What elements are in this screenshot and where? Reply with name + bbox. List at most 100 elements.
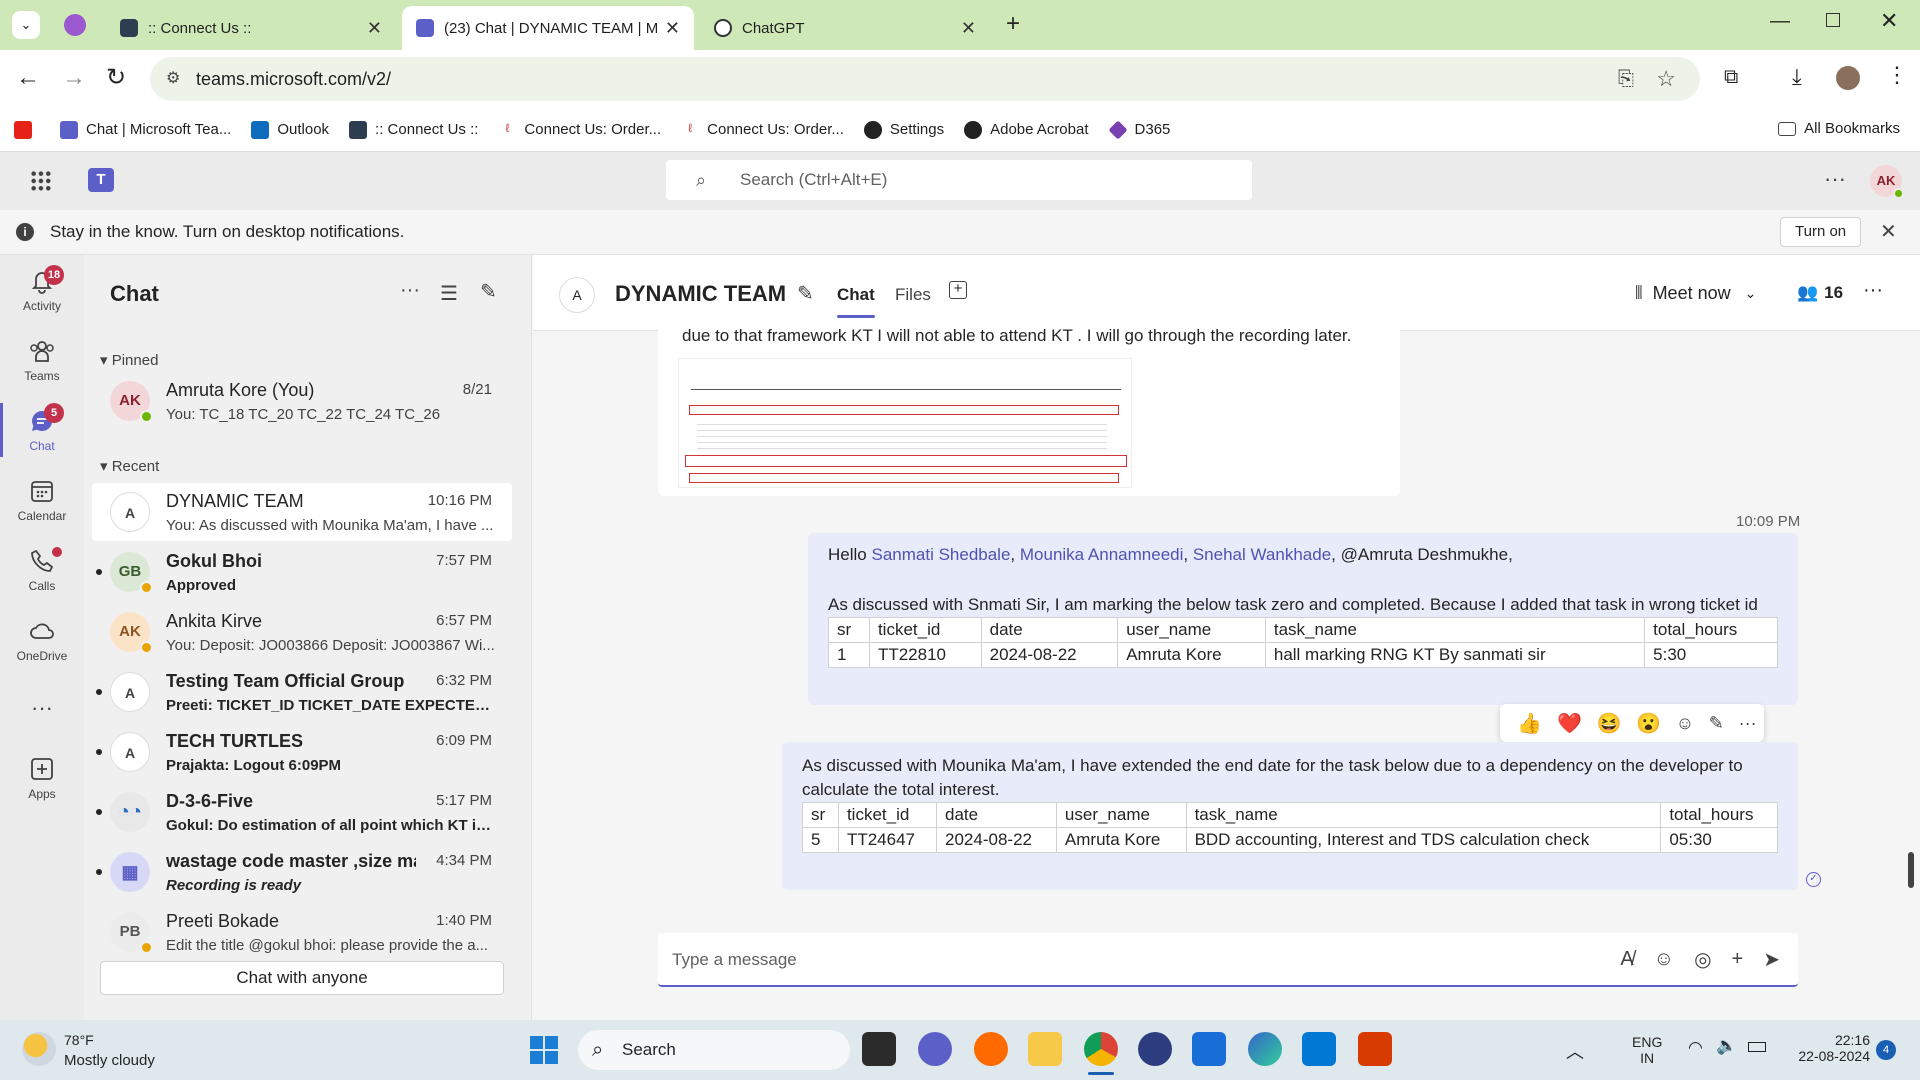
volume-icon[interactable]: 🔈 [1716, 1036, 1737, 1056]
chat-item-gokul-bhoi[interactable]: GB Gokul Bhoi 7:57 PM Approved [92, 543, 512, 601]
filter-icon[interactable]: ☰ [440, 281, 458, 306]
rail-onedrive[interactable]: OneDrive [0, 617, 84, 663]
participants-button[interactable]: 👥 16 [1797, 283, 1843, 303]
bookmark-d365[interactable]: D365 [1107, 119, 1170, 140]
bookmark-connect-order-1[interactable]: ℓ Connect Us: Order... [498, 120, 661, 139]
rail-more-apps-icon[interactable]: ··· [0, 695, 84, 721]
site-info-icon[interactable]: ⚙ [166, 57, 180, 101]
recent-section-header[interactable]: ▾ Recent [100, 457, 159, 475]
chat-more-icon[interactable]: ··· [400, 279, 420, 302]
bookmark-star-icon[interactable]: ☆ [1656, 57, 1676, 101]
loop-component-icon[interactable]: ◎ [1694, 947, 1711, 972]
bookmark-youtube[interactable] [14, 120, 40, 139]
minimize-button[interactable]: — [1770, 10, 1790, 33]
teams-search-input[interactable]: ⌕ Search (Ctrl+Alt+E) [666, 160, 1252, 200]
forward-arrow-icon[interactable]: → [62, 64, 86, 92]
tab-teams-chat[interactable]: (23) Chat | DYNAMIC TEAM | M ✕ [402, 6, 694, 50]
start-windows-icon[interactable] [530, 1036, 558, 1064]
close-tab-icon[interactable]: ✕ [665, 18, 680, 39]
chat-item-preeti-bokade[interactable]: PB Preeti Bokade 1:40 PM Edit the title … [92, 903, 512, 961]
store-icon[interactable] [1192, 1032, 1226, 1066]
emoji-icon[interactable]: ☺ [1654, 948, 1674, 971]
bookmark-settings[interactable]: Settings [863, 120, 944, 139]
extensions-icon[interactable]: ⧉ [1724, 66, 1738, 89]
mention-link[interactable]: Snehal Wankhade [1193, 545, 1331, 564]
bookmark-teams[interactable]: Chat | Microsoft Tea... [60, 120, 231, 139]
edge-icon[interactable] [1248, 1032, 1282, 1066]
taskbar-chat-icon[interactable] [918, 1032, 952, 1066]
vscode-icon[interactable] [1302, 1032, 1336, 1066]
mention-link[interactable]: Sanmati Shedbale [871, 545, 1010, 564]
taskbar-app-orange-icon[interactable] [974, 1032, 1008, 1066]
language-indicator[interactable]: ENG IN [1632, 1034, 1662, 1066]
conversation-more-icon[interactable]: ··· [1863, 279, 1883, 302]
tab-connect-us[interactable]: :: Connect Us :: ✕ [106, 6, 396, 50]
clock[interactable]: 22:16 22-08-2024 [1790, 1032, 1870, 1064]
new-chat-icon[interactable]: ✎ [480, 279, 497, 304]
close-tab-icon[interactable]: ✕ [961, 18, 976, 39]
all-bookmarks[interactable]: All Bookmarks [1778, 120, 1900, 137]
bookmark-outlook[interactable]: Outlook [251, 120, 329, 139]
profile-avatar[interactable] [1836, 66, 1860, 90]
bookmark-adobe[interactable]: Adobe Acrobat [964, 120, 1089, 139]
tray-chevron-up-icon[interactable]: ︿ [1566, 1038, 1584, 1064]
tab-search-button[interactable]: ⌄ [12, 11, 40, 39]
extension-icon[interactable] [64, 14, 86, 36]
format-icon[interactable]: A̸ [1620, 948, 1633, 971]
task-view-icon[interactable] [862, 1032, 896, 1066]
rail-calendar[interactable]: Calendar [0, 477, 84, 523]
download-icon[interactable]: ⤓ [1792, 64, 1802, 90]
file-explorer-icon[interactable] [1028, 1032, 1062, 1066]
chat-with-anyone-button[interactable]: Chat with anyone [100, 961, 504, 995]
message-screenshot-image[interactable] [678, 358, 1132, 488]
back-arrow-icon[interactable]: ← [16, 64, 40, 92]
taskbar-search[interactable]: ⌕ Search [578, 1030, 850, 1070]
add-tab-icon[interactable]: + [949, 281, 967, 299]
surprised-reaction-icon[interactable]: 😮 [1636, 711, 1661, 736]
rail-apps[interactable]: Apps [0, 755, 84, 801]
url-field[interactable]: ⚙ teams.microsoft.com/v2/ ⎘ ☆ [150, 57, 1700, 101]
chat-item-amruta-kore[interactable]: AK Amruta Kore (You) 8/21 You: TC_18 TC_… [92, 372, 512, 430]
chat-item-testing-team[interactable]: A Testing Team Official Group 6:32 PM Pr… [92, 663, 512, 721]
bookmark-connect-us[interactable]: :: Connect Us :: [349, 120, 478, 139]
wps-office-icon[interactable] [1358, 1032, 1392, 1066]
conversation-scrollbar[interactable] [1908, 852, 1914, 888]
send-icon[interactable]: ➤ [1763, 947, 1780, 972]
rail-activity[interactable]: Activity 18 [0, 265, 84, 313]
restore-button[interactable] [1826, 13, 1840, 27]
mention-link[interactable]: Mounika Annamneedi [1020, 545, 1184, 564]
notification-count-badge[interactable]: 4 [1876, 1040, 1896, 1060]
app-launcher-icon[interactable] [30, 170, 52, 192]
tab-chatgpt[interactable]: ChatGPT ✕ [700, 6, 990, 50]
reload-icon[interactable]: ↻ [106, 63, 126, 92]
install-app-icon[interactable]: ⎘ [1618, 57, 1634, 101]
rail-chat[interactable]: Chat 5 [0, 403, 84, 457]
weather-icon[interactable] [22, 1032, 56, 1066]
window-close-button[interactable]: ✕ [1880, 8, 1898, 34]
heart-reaction-icon[interactable]: ❤️ [1557, 711, 1582, 736]
laugh-reaction-icon[interactable]: 😆 [1597, 711, 1622, 736]
wifi-icon[interactable]: ◠ [1688, 1038, 1703, 1058]
chat-item-d-3-6-five[interactable]: ◔◔ D-3-6-Five 5:17 PM Gokul: Do estimati… [92, 783, 512, 841]
like-reaction-icon[interactable]: 👍 [1517, 711, 1542, 736]
new-tab-button[interactable]: + [1006, 10, 1020, 38]
browser-menu-icon[interactable]: ⋮ [1886, 62, 1908, 88]
attach-plus-icon[interactable]: + [1732, 948, 1744, 971]
rail-calls[interactable]: Calls [0, 547, 84, 593]
edit-message-icon[interactable]: ✎ [1709, 713, 1724, 734]
chrome-icon[interactable] [1084, 1032, 1118, 1066]
chat-item-dynamic-team[interactable]: A DYNAMIC TEAM 10:16 PM You: As discusse… [92, 483, 512, 541]
close-tab-icon[interactable]: ✕ [367, 18, 382, 39]
meet-now-button[interactable]: ⫴ Meet now ⌄ [1635, 283, 1756, 304]
tab-files[interactable]: Files [895, 285, 931, 305]
edit-name-icon[interactable]: ✎ [797, 281, 814, 306]
dismiss-banner-icon[interactable]: ✕ [1880, 219, 1897, 244]
turn-on-button[interactable]: Turn on [1780, 217, 1862, 247]
more-reactions-icon[interactable]: ☺ [1676, 713, 1694, 734]
message-more-icon[interactable]: ··· [1739, 713, 1757, 734]
chat-item-tech-turtles[interactable]: A TECH TURTLES 6:09 PM Prajakta: Logout … [92, 723, 512, 781]
more-options-icon[interactable]: ··· [1824, 166, 1846, 192]
rail-teams[interactable]: Teams [0, 337, 84, 383]
message-composer[interactable]: Type a message A̸ ☺ ◎ + ➤ [658, 933, 1798, 987]
pinned-section-header[interactable]: ▾ Pinned [100, 351, 158, 369]
